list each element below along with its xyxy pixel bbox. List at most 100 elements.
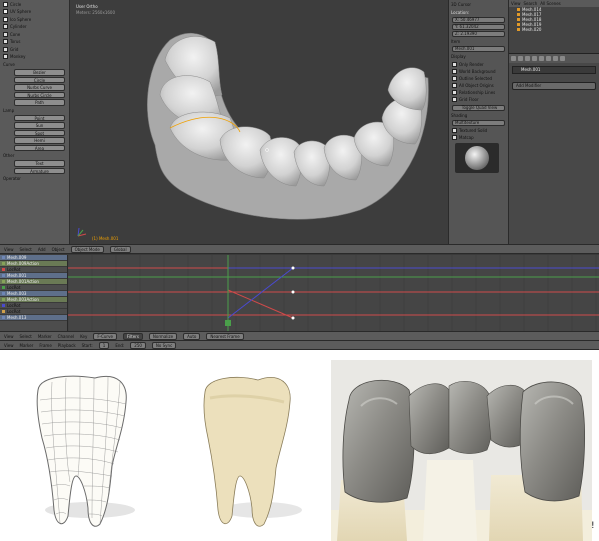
snap-select[interactable]: Nearest Frame	[206, 332, 244, 340]
cursor-y-field[interactable]: Y: 61.32042	[452, 24, 505, 30]
grid-floor-row[interactable]: Grid Floor	[452, 96, 505, 102]
shelf-section-header[interactable]: Other	[3, 153, 67, 159]
shelf-button[interactable]: Spot	[14, 129, 65, 136]
shelf-item[interactable]: Cylinder	[3, 24, 66, 31]
start-frame-field[interactable]: 1	[98, 341, 110, 349]
auto-button[interactable]: Auto	[183, 332, 201, 340]
checkbox[interactable]	[3, 54, 8, 60]
menu-item[interactable]: Frame	[39, 343, 51, 348]
constraint-tab-icon[interactable]	[539, 56, 544, 61]
shading-option[interactable]: Matcap	[452, 134, 505, 140]
shelf-item[interactable]: Torus	[3, 39, 66, 46]
channel-row[interactable]: Mesh.013	[0, 315, 67, 321]
cursor-z-field[interactable]: Z: 2.19390	[452, 31, 505, 37]
shelf-item[interactable]: Ico Sphere	[3, 16, 66, 23]
checkbox[interactable]	[452, 75, 457, 81]
checkbox[interactable]	[3, 39, 8, 45]
3d-viewport[interactable]: User Ortho Meters: 2560x1600 (1) Mesh.00…	[70, 0, 448, 244]
shading-mode-select[interactable]: Multitexture	[452, 120, 505, 126]
display-option[interactable]: Outline Selected	[452, 75, 505, 81]
menu-item[interactable]: View	[4, 343, 14, 348]
filters-button[interactable]: Filters	[122, 332, 143, 340]
render-tab-icon[interactable]	[511, 56, 516, 61]
checkbox[interactable]	[3, 31, 8, 37]
fcurve-area[interactable]	[68, 255, 599, 331]
shelf-button[interactable]: Circle	[14, 76, 65, 83]
display-header[interactable]: Display	[451, 54, 506, 60]
checkbox[interactable]	[452, 96, 457, 102]
fcurve-mode-select[interactable]: F-Curve	[93, 332, 117, 340]
cursor-x-field[interactable]: X: 50.46977	[452, 17, 505, 23]
menu-item[interactable]: Marker	[20, 343, 34, 348]
outliner-menu-item[interactable]: View	[511, 1, 521, 6]
checkbox[interactable]	[452, 89, 457, 95]
material-tab-icon[interactable]	[560, 56, 565, 61]
orientation-select[interactable]: Global	[109, 245, 131, 253]
end-frame-field[interactable]: 250	[130, 341, 146, 349]
checkbox[interactable]	[452, 68, 457, 74]
world-tab-icon[interactable]	[525, 56, 530, 61]
shelf-button[interactable]: Nurbs Curve	[14, 84, 65, 91]
shelf-button[interactable]: Armature	[14, 167, 65, 174]
display-option[interactable]: World Background	[452, 68, 505, 74]
checkbox[interactable]	[452, 134, 457, 140]
scene-tab-icon[interactable]	[518, 56, 523, 61]
display-option[interactable]: Relationship Lines	[452, 89, 505, 95]
checkbox[interactable]	[3, 46, 8, 52]
object-name-field[interactable]: Mesh.001	[512, 66, 596, 74]
menu-item[interactable]: Select	[20, 247, 32, 252]
shelf-button[interactable]: Area	[14, 144, 65, 151]
checkbox[interactable]	[452, 127, 457, 133]
shelf-button[interactable]: Bezier	[14, 69, 65, 76]
outliner-menu-item[interactable]: All Scenes	[540, 1, 561, 6]
shelf-button[interactable]: Nurbs Circle	[14, 91, 65, 98]
data-tab-icon[interactable]	[553, 56, 558, 61]
sync-select[interactable]: No Sync	[151, 341, 177, 349]
menu-item[interactable]: Channel	[58, 334, 74, 339]
checkbox[interactable]	[3, 16, 8, 22]
display-option[interactable]: All Object Origins	[452, 82, 505, 88]
shelf-item[interactable]: UV Sphere	[3, 9, 66, 16]
shelf-item[interactable]: Grid	[3, 46, 66, 53]
shelf-button[interactable]: Path	[14, 99, 65, 106]
checkbox[interactable]	[3, 24, 8, 30]
shading-header[interactable]: Shading	[451, 113, 506, 119]
shelf-button[interactable]: Text	[14, 160, 65, 167]
outliner-row[interactable]: Mesh.020	[517, 27, 599, 32]
item-header[interactable]: Item	[451, 39, 506, 45]
matcap-preview[interactable]	[455, 143, 499, 173]
object-tab-icon[interactable]	[532, 56, 537, 61]
shelf-button[interactable]: Point	[14, 114, 65, 121]
shelf-item[interactable]: Circle	[3, 1, 66, 8]
menu-item[interactable]: Marker	[38, 334, 52, 339]
dental-arch-model[interactable]	[70, 0, 448, 244]
cursor-header[interactable]: 3D Cursor	[451, 2, 506, 8]
mode-select[interactable]: Object Mode	[70, 245, 104, 253]
menu-item[interactable]: Key	[80, 334, 87, 339]
checkbox[interactable]	[3, 1, 8, 7]
menu-item[interactable]: Object	[52, 247, 65, 252]
normalize-toggle[interactable]: Normalize	[148, 332, 178, 340]
checkbox[interactable]	[452, 82, 457, 88]
shelf-button[interactable]: Hemi	[14, 137, 65, 144]
display-option[interactable]: Only Render	[452, 61, 505, 67]
menu-item[interactable]: Add	[38, 247, 46, 252]
shelf-section-header[interactable]: Lamp	[3, 108, 67, 114]
shelf-section-header[interactable]: Curve	[3, 62, 67, 68]
shading-option[interactable]: Textured Solid	[452, 127, 505, 133]
menu-item[interactable]: Playback	[58, 343, 76, 348]
checkbox[interactable]	[452, 61, 457, 67]
add-modifier-button[interactable]: Add Modifier	[512, 82, 596, 90]
shelf-item[interactable]: Monkey	[3, 54, 66, 61]
operator-panel-header[interactable]: Operator	[3, 176, 67, 182]
toggle-quad-view-button[interactable]: Toggle Quad View	[452, 105, 505, 111]
menu-item[interactable]: Select	[20, 334, 32, 339]
item-name-field[interactable]: Mesh.001	[452, 46, 505, 52]
checkbox[interactable]	[3, 9, 8, 15]
modifier-tab-icon[interactable]	[546, 56, 551, 61]
shelf-item[interactable]: Cone	[3, 31, 66, 38]
shelf-button[interactable]: Sun	[14, 122, 65, 129]
menu-item[interactable]: View	[4, 334, 14, 339]
menu-item[interactable]: View	[4, 247, 14, 252]
outliner-menu-item[interactable]: Search	[524, 1, 538, 6]
